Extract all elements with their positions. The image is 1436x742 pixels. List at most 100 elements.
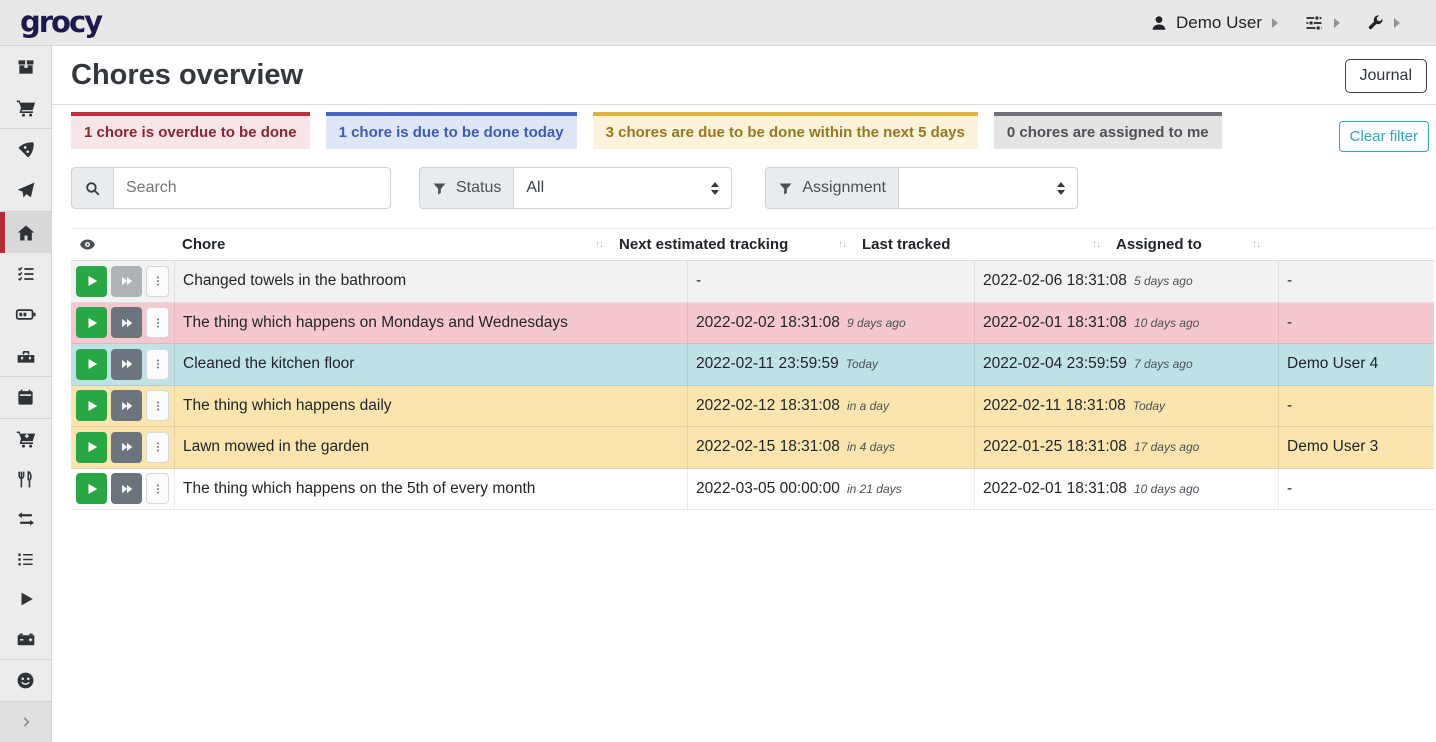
status-banner-row: 1 chore is overdue to be done 1 chore is… (52, 105, 1436, 161)
user-menu[interactable]: Demo User (1150, 13, 1278, 33)
table-row: Cleaned the kitchen floor 2022-02-11 23:… (71, 344, 1434, 386)
time-ago-label: 10 days ago (1134, 316, 1199, 330)
sidebar-item-consume[interactable] (0, 459, 51, 499)
chevron-right-icon (19, 715, 33, 729)
ellipsis-vertical-icon (152, 481, 164, 497)
track-chore-button[interactable] (76, 266, 107, 297)
page-title: Chores overview (71, 60, 303, 92)
banner-overdue[interactable]: 1 chore is overdue to be done (71, 112, 310, 149)
last-tracked-cell: 2022-02-06 18:31:085 days ago (974, 261, 1278, 302)
table-row: The thing which happens on Mondays and W… (71, 303, 1434, 345)
assigned-to-cell: - (1278, 303, 1434, 344)
skip-chore-button[interactable] (111, 349, 142, 380)
track-chore-button[interactable] (76, 349, 107, 380)
utensils-icon (16, 470, 35, 489)
skip-chore-button[interactable] (111, 307, 142, 338)
status-filter-select[interactable]: All (513, 167, 732, 209)
row-menu-button[interactable] (146, 432, 169, 463)
sidebar-item-chores-overview[interactable] (0, 212, 51, 253)
app-logo[interactable]: grocy (20, 8, 101, 37)
play-icon (85, 440, 99, 454)
filter-row: Status All Assignment (52, 161, 1436, 221)
title-row: Chores overview Journal (52, 46, 1436, 104)
clear-filter-button[interactable]: Clear filter (1339, 121, 1429, 152)
admin-menu[interactable] (1366, 14, 1400, 32)
time-ago-label: 17 days ago (1134, 440, 1199, 454)
assignment-filter-label: Assignment (802, 179, 886, 197)
settings-menu[interactable] (1304, 13, 1340, 33)
assigned-to-cell: Demo User 4 (1278, 344, 1434, 385)
track-chore-button[interactable] (76, 432, 107, 463)
sidebar-item-meal-plan[interactable] (0, 170, 51, 211)
fast-forward-icon (120, 316, 134, 330)
row-menu-button[interactable] (146, 390, 169, 421)
banner-assigned-to-me[interactable]: 0 chores are assigned to me (994, 112, 1222, 149)
time-ago-label: Today (1133, 399, 1165, 413)
table-row: Changed towels in the bathroom - 2022-02… (71, 261, 1434, 303)
ellipsis-vertical-icon (152, 398, 164, 414)
last-tracked-cell: 2022-02-01 18:31:0810 days ago (974, 469, 1278, 510)
track-chore-button[interactable] (76, 390, 107, 421)
assigned-to-cell: Demo User 3 (1278, 427, 1434, 468)
assignment-filter-prepend: Assignment (765, 167, 898, 209)
sort-icon: ↑↓ (1252, 239, 1260, 250)
skip-chore-button[interactable] (111, 266, 142, 297)
column-header-last-tracked[interactable]: Last tracked ↑↓ (854, 229, 1108, 260)
last-tracked-cell: 2022-02-04 23:59:597 days ago (974, 344, 1278, 385)
sidebar-item-user-settings[interactable] (0, 660, 51, 701)
sidebar-item-tasks[interactable] (0, 253, 51, 294)
table-row: The thing which happens daily 2022-02-12… (71, 386, 1434, 428)
chore-name-cell: The thing which happens on Mondays and W… (174, 303, 687, 344)
row-menu-button[interactable] (146, 349, 169, 380)
search-input[interactable] (113, 167, 391, 209)
search-icon (84, 180, 101, 197)
row-actions (71, 427, 174, 468)
chore-name-cell: Lawn mowed in the garden (174, 427, 687, 468)
sidebar-collapse-button[interactable] (0, 701, 51, 742)
car-battery-icon (16, 629, 36, 649)
track-chore-button[interactable] (76, 473, 107, 504)
journal-button[interactable]: Journal (1345, 59, 1427, 93)
sidebar-item-equipment[interactable] (0, 335, 51, 376)
status-filter-value: All (526, 179, 544, 197)
battery-icon (15, 304, 36, 325)
table-row: Lawn mowed in the garden 2022-02-15 18:3… (71, 427, 1434, 469)
skip-chore-button[interactable] (111, 390, 142, 421)
play-icon (85, 316, 99, 330)
banner-due-soon[interactable]: 3 chores are due to be done within the n… (593, 112, 978, 149)
assignment-filter-select[interactable] (898, 167, 1078, 209)
column-header-next-tracking[interactable]: Next estimated tracking ↑↓ (611, 229, 854, 260)
row-menu-button[interactable] (146, 473, 169, 504)
smiley-icon (16, 671, 35, 690)
fast-forward-icon (120, 274, 134, 288)
play-icon (85, 482, 99, 496)
last-tracked-cell: 2022-02-11 18:31:08Today (974, 386, 1278, 427)
sidebar-item-chore-tracking[interactable] (0, 579, 51, 619)
track-chore-button[interactable] (76, 307, 107, 338)
sidebar-item-transfer[interactable] (0, 499, 51, 539)
sidebar-item-purchase[interactable] (0, 419, 51, 459)
play-icon (17, 590, 35, 608)
sidebar-item-batteries-overview[interactable] (0, 294, 51, 335)
row-menu-button[interactable] (146, 266, 169, 297)
play-icon (85, 274, 99, 288)
sidebar-item-recipes[interactable] (0, 129, 51, 170)
column-header-chore[interactable]: Chore ↑↓ (174, 229, 611, 260)
row-actions (71, 386, 174, 427)
sidebar-item-battery-tracking[interactable] (0, 619, 51, 659)
sidebar-item-calendar[interactable] (0, 377, 51, 418)
sort-icon: ↑↓ (1092, 239, 1100, 250)
row-menu-button[interactable] (146, 307, 169, 338)
top-bar-menus: Demo User (1124, 13, 1400, 33)
banner-due-today[interactable]: 1 chore is due to be done today (326, 112, 577, 149)
sidebar-item-inventory[interactable] (0, 539, 51, 579)
sidebar-item-shopping-list[interactable] (0, 87, 51, 128)
skip-chore-button[interactable] (111, 432, 142, 463)
next-tracking-cell: 2022-02-02 18:31:089 days ago (687, 303, 974, 344)
ellipsis-vertical-icon (152, 356, 164, 372)
skip-chore-button[interactable] (111, 473, 142, 504)
column-visibility-header[interactable] (71, 229, 174, 260)
column-header-assigned-to[interactable]: Assigned to ↑↓ (1108, 229, 1268, 260)
chore-name-cell: Cleaned the kitchen floor (174, 344, 687, 385)
sidebar-item-stock-overview[interactable] (0, 46, 51, 87)
